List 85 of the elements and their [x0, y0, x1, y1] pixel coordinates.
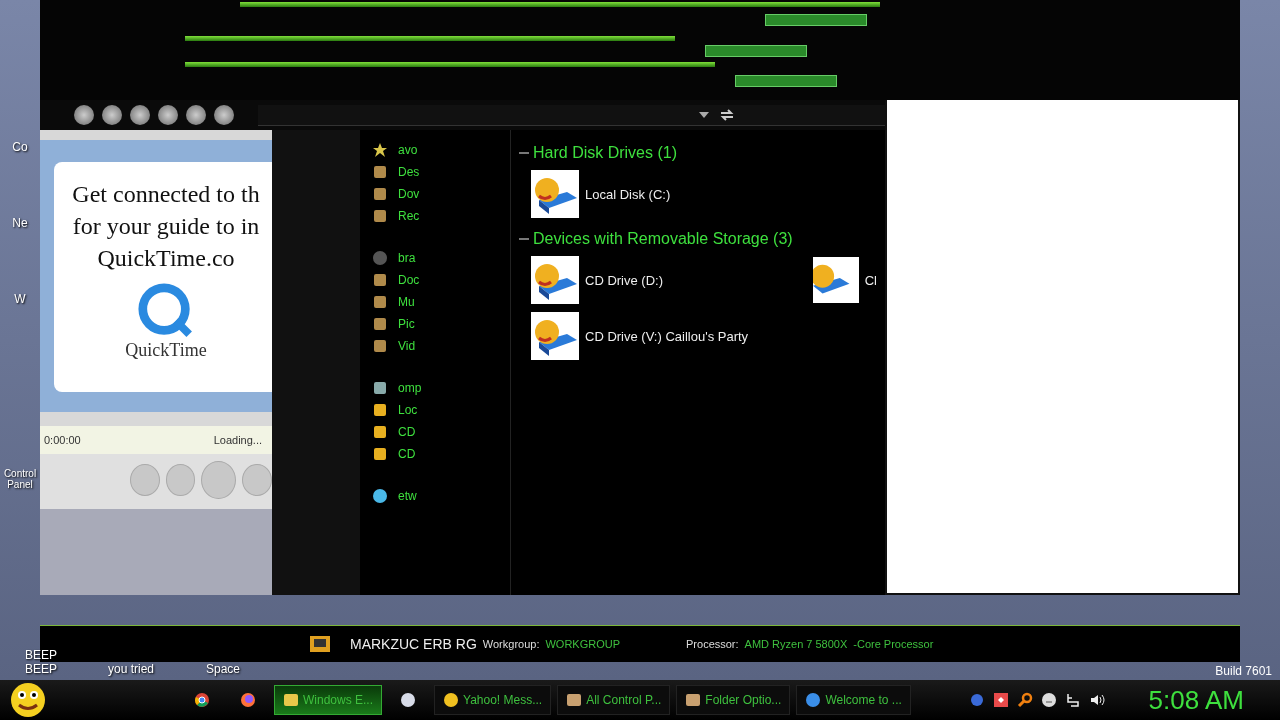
nav-item[interactable]: avo: [398, 143, 418, 157]
drive-icon: [372, 402, 388, 418]
browser-icon[interactable]: [240, 692, 256, 708]
taskbar-button[interactable]: Windows E...: [274, 685, 383, 715]
forward-button[interactable]: [158, 105, 178, 125]
back-button[interactable]: [186, 105, 206, 125]
desktop-icon-label[interactable]: Ne: [0, 216, 40, 230]
quicktime-logo-icon: [137, 282, 195, 340]
search-icon[interactable]: [1016, 692, 1033, 708]
nav-item[interactable]: CD: [398, 447, 416, 461]
drive-item[interactable]: CD Drive (V:) Caillou's Party: [531, 312, 749, 360]
drive-icon: [812, 256, 859, 304]
smiley-icon[interactable]: [10, 682, 46, 718]
dropdown-icon[interactable]: [699, 111, 709, 118]
nav-item[interactable]: Des: [398, 165, 420, 179]
field-label: Processor:: [686, 638, 739, 650]
circle-icon[interactable]: [400, 692, 417, 708]
volume-icon[interactable]: [1088, 692, 1105, 708]
back-button[interactable]: [74, 105, 94, 125]
star-icon: [372, 142, 388, 158]
nav-item[interactable]: Pic: [398, 317, 415, 331]
nav-item[interactable]: omp: [398, 381, 422, 395]
nav-item[interactable]: Dov: [398, 187, 420, 201]
welcome-message: Get connected to th for your guide to in QuickTime.co: [71, 180, 261, 273]
clock[interactable]: 5:08 AM: [1148, 684, 1244, 716]
field-value: WORKGROUP: [545, 638, 620, 650]
globe-icon[interactable]: [968, 692, 985, 708]
build-text: Build 7601: [1215, 664, 1273, 680]
nav-item[interactable]: Rec: [398, 209, 420, 223]
taskbar-button[interactable]: Welcome to ...: [796, 685, 911, 715]
drive-item[interactable]: Local Disk (C:): [531, 170, 671, 218]
folder-icon: [372, 316, 388, 332]
app-icon[interactable]: [992, 692, 1009, 708]
nav-item[interactable]: Mu: [398, 295, 415, 309]
nav-item[interactable]: CD: [398, 425, 416, 439]
folder-icon: [283, 692, 299, 708]
field-label: Workgroup:: [482, 638, 540, 650]
taskbar-button[interactable]: All Control P...: [557, 685, 671, 715]
folder-icon: [372, 186, 388, 202]
time-display: 0:00:00: [44, 434, 81, 446]
forward-button[interactable]: [214, 105, 234, 125]
control-panel-icon: [566, 692, 583, 708]
drive-icon: [531, 312, 579, 360]
drive-item[interactable]: CD Drive (D:): [531, 256, 663, 304]
desktop-icon-label[interactable]: you tried: [106, 662, 156, 676]
forward-button[interactable]: [102, 105, 122, 125]
desktop-icon-label[interactable]: BEEP BEEP: [16, 648, 66, 676]
loading-status: Loading...: [213, 434, 262, 446]
smiley-icon[interactable]: [1040, 692, 1057, 708]
logo-text: QuickTime: [125, 340, 207, 361]
back-button[interactable]: [130, 105, 150, 125]
nav-item[interactable]: Doc: [398, 273, 420, 287]
group-heading[interactable]: Devices with Removable Storage (3): [533, 230, 793, 248]
desktop-icon-label[interactable]: Space: [206, 662, 241, 676]
field-value: AMD Ryzen 7 5800X: [744, 638, 848, 650]
quicktime-icon: [805, 692, 822, 708]
drive-icon: [531, 170, 579, 218]
drive-icon: [372, 446, 388, 462]
folder-icon: [372, 208, 388, 224]
desktop-icon-label[interactable]: Control Panel: [0, 468, 40, 490]
library-icon: [372, 250, 388, 266]
computer-name: MARKZUC ERB RG: [350, 636, 477, 652]
drive-item[interactable]: Cl: [812, 256, 877, 304]
field-value: -Core Processor: [853, 638, 934, 650]
refresh-icon[interactable]: [719, 106, 735, 123]
nav-item[interactable]: bra: [398, 251, 416, 265]
control-panel-icon: [685, 692, 702, 708]
folder-icon: [372, 272, 388, 288]
folder-icon: [372, 164, 388, 180]
network-icon[interactable]: [1064, 692, 1081, 708]
nav-item[interactable]: etw: [398, 489, 417, 503]
taskbar-button[interactable]: Folder Optio...: [676, 685, 791, 715]
network-icon: [372, 488, 388, 504]
drive-icon: [372, 424, 388, 440]
nav-item[interactable]: Loc: [398, 403, 418, 417]
folder-icon: [372, 294, 388, 310]
taskbar-button[interactable]: Yahoo! Mess...: [434, 685, 552, 715]
nav-item[interactable]: Vid: [398, 339, 416, 353]
folder-icon: [372, 338, 388, 354]
group-heading[interactable]: Hard Disk Drives (1): [533, 144, 677, 162]
desktop-icon-label[interactable]: Co: [0, 140, 40, 154]
browser-icon[interactable]: [194, 692, 210, 708]
desktop-icon-label[interactable]: W: [0, 292, 40, 306]
smiley-icon: [443, 692, 460, 708]
drive-icon: [531, 256, 579, 304]
